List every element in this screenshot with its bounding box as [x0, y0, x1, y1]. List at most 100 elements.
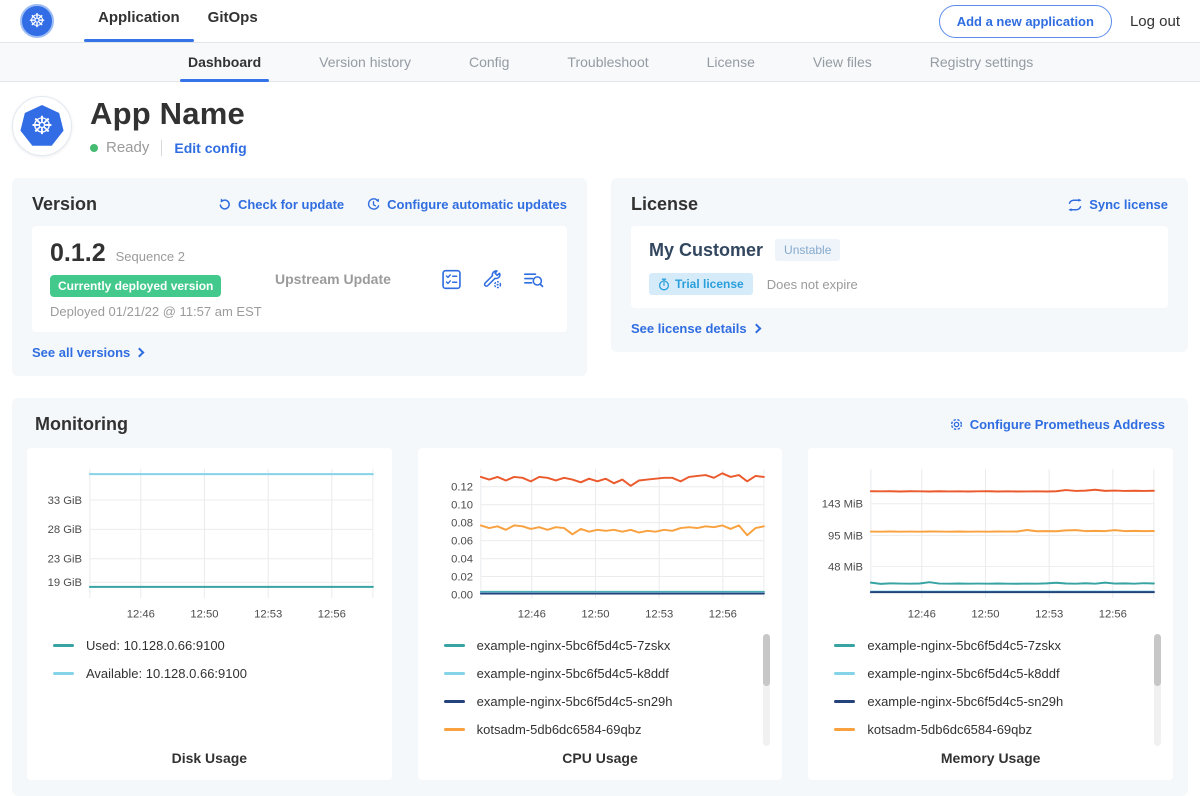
monitoring-title: Monitoring [35, 414, 128, 435]
status-text: Ready [106, 139, 149, 156]
legend-scrollbar[interactable] [763, 634, 770, 746]
app-header: ☸ App Name Ready Edit config [0, 82, 1200, 156]
trial-license-label: Trial license [675, 277, 744, 291]
stopwatch-icon [658, 278, 670, 291]
see-license-details-link[interactable]: See license details [631, 321, 1168, 336]
page-title: App Name [90, 96, 247, 132]
channel-badge: Unstable [775, 239, 840, 261]
version-sequence: Sequence 2 [116, 249, 185, 264]
legend-scrollbar-thumb[interactable] [1154, 634, 1161, 686]
top-nav: ☸ ApplicationGitOps Add a new applicatio… [0, 0, 1200, 42]
svg-text:0.12: 0.12 [451, 482, 473, 494]
legend-item: example-nginx-5bc6f5d4c5-7zskx [834, 638, 1149, 653]
configure-prometheus-label: Configure Prometheus Address [970, 417, 1165, 432]
version-card-actions: Check for update Configure automatic upd… [217, 197, 567, 212]
legend-item: kotsadm-5db6dc6584-69qbz [444, 722, 759, 737]
legend-label: example-nginx-5bc6f5d4c5-k8ddf [867, 666, 1059, 681]
sub-nav-tab-registry-settings[interactable]: Registry settings [928, 43, 1035, 81]
clock-refresh-icon [366, 197, 381, 212]
top-nav-tabs: ApplicationGitOps [84, 0, 272, 42]
legend-label: example-nginx-5bc6f5d4c5-7zskx [867, 638, 1061, 653]
svg-text:0.04: 0.04 [451, 554, 473, 566]
svg-text:12:56: 12:56 [1099, 609, 1127, 621]
line-chart-svg: 48 MiB95 MiB143 MiB12:4612:5012:5312:56 [818, 460, 1163, 625]
legend-color-dash [834, 700, 855, 703]
customer-name: My Customer [649, 240, 763, 261]
preflight-checks-icon[interactable] [440, 268, 463, 291]
svg-text:12:53: 12:53 [254, 609, 282, 621]
legend-label: example-nginx-5bc6f5d4c5-sn29h [867, 694, 1063, 709]
chart-title: Disk Usage [37, 750, 382, 766]
svg-text:143 MiB: 143 MiB [822, 499, 863, 511]
line-chart-svg: 0.000.020.040.060.080.100.1212:4612:5012… [428, 460, 773, 625]
svg-text:0.06: 0.06 [451, 536, 473, 548]
legend-label: kotsadm-5db6dc6584-69qbz [867, 722, 1032, 737]
app-title-block: App Name Ready Edit config [90, 96, 247, 156]
legend-scrollbar[interactable] [1154, 634, 1161, 746]
sub-nav-tab-dashboard[interactable]: Dashboard [186, 43, 263, 81]
legend-scrollbar-thumb[interactable] [763, 634, 770, 686]
top-nav-tab-gitops[interactable]: GitOps [194, 0, 272, 42]
view-logs-icon[interactable] [522, 268, 545, 291]
license-panel: My Customer Unstable Trial license Does … [631, 226, 1168, 308]
legend-color-dash [834, 728, 855, 731]
kubernetes-logo-icon[interactable]: ☸ [20, 4, 54, 38]
edit-config-link[interactable]: Edit config [174, 140, 246, 156]
svg-text:12:46: 12:46 [517, 609, 545, 621]
legend-item: example-nginx-5bc6f5d4c5-k8ddf [444, 666, 759, 681]
license-card: License Sync license My Customer Unstabl… [611, 178, 1188, 352]
legend-color-dash [53, 644, 74, 647]
license-card-actions: Sync license [1067, 197, 1168, 212]
check-for-update-link[interactable]: Check for update [217, 197, 344, 212]
sub-nav-tab-config[interactable]: Config [467, 43, 511, 81]
charts-row: 19 GiB23 GiB28 GiB33 GiB12:4612:5012:531… [27, 448, 1173, 780]
sub-nav-tab-view-files[interactable]: View files [811, 43, 874, 81]
sub-nav-tab-version-history[interactable]: Version history [317, 43, 413, 81]
gear-icon [949, 417, 964, 432]
svg-text:0.02: 0.02 [451, 571, 473, 583]
legend-color-dash [834, 644, 855, 647]
configure-prometheus-link[interactable]: Configure Prometheus Address [949, 417, 1165, 432]
legend-label: Used: 10.128.0.66:9100 [86, 638, 225, 653]
svg-text:48 MiB: 48 MiB [828, 561, 863, 573]
legend-label: Available: 10.128.0.66:9100 [86, 666, 247, 681]
legend-color-dash [444, 728, 465, 731]
legend-color-dash [834, 672, 855, 675]
legend-item: Used: 10.128.0.66:9100 [53, 638, 368, 653]
app-avatar: ☸ [12, 96, 72, 156]
license-card-title: License [631, 194, 698, 215]
sub-nav-tab-troubleshoot[interactable]: Troubleshoot [565, 43, 650, 81]
version-number-row: 0.1.2 Sequence 2 [50, 239, 265, 268]
sub-nav-tab-license[interactable]: License [705, 43, 757, 81]
version-card-title: Version [32, 194, 97, 215]
chart-title: CPU Usage [428, 750, 773, 766]
version-card: Version Check for update Configure autom… [12, 178, 587, 376]
chart-legend: example-nginx-5bc6f5d4c5-7zskx example-ng… [818, 630, 1163, 750]
version-info: 0.1.2 Sequence 2 Currently deployed vers… [50, 239, 265, 319]
legend-label: example-nginx-5bc6f5d4c5-7zskx [477, 638, 671, 653]
monitoring-header: Monitoring Configure Prometheus Address [27, 414, 1173, 435]
license-type-row: Trial license Does not expire [649, 273, 1150, 295]
add-application-button[interactable]: Add a new application [939, 5, 1112, 38]
configure-automatic-updates-link[interactable]: Configure automatic updates [366, 197, 567, 212]
config-wrench-icon[interactable] [481, 268, 504, 291]
chart-legend: Used: 10.128.0.66:9100 Available: 10.128.… [37, 630, 382, 694]
sync-license-label: Sync license [1089, 197, 1168, 212]
svg-text:12:50: 12:50 [581, 609, 609, 621]
sync-license-link[interactable]: Sync license [1067, 197, 1168, 212]
chart-title: Memory Usage [818, 750, 1163, 766]
see-all-versions-link[interactable]: See all versions [32, 345, 567, 360]
svg-text:33 GiB: 33 GiB [48, 495, 82, 507]
top-nav-right: Add a new application Log out [939, 5, 1180, 38]
line-chart-svg: 19 GiB23 GiB28 GiB33 GiB12:4612:5012:531… [37, 460, 382, 625]
logout-button[interactable]: Log out [1130, 13, 1180, 30]
cpu-usage-card: 0.000.020.040.060.080.100.1212:4612:5012… [418, 448, 783, 780]
monitoring-section: Monitoring Configure Prometheus Address … [12, 398, 1188, 796]
legend-color-dash [444, 644, 465, 647]
configure-automatic-updates-label: Configure automatic updates [387, 197, 567, 212]
legend-color-dash [444, 700, 465, 703]
monitoring-actions: Configure Prometheus Address [949, 417, 1165, 432]
svg-text:19 GiB: 19 GiB [48, 577, 82, 589]
svg-text:23 GiB: 23 GiB [48, 554, 82, 566]
top-nav-tab-application[interactable]: Application [84, 0, 194, 42]
